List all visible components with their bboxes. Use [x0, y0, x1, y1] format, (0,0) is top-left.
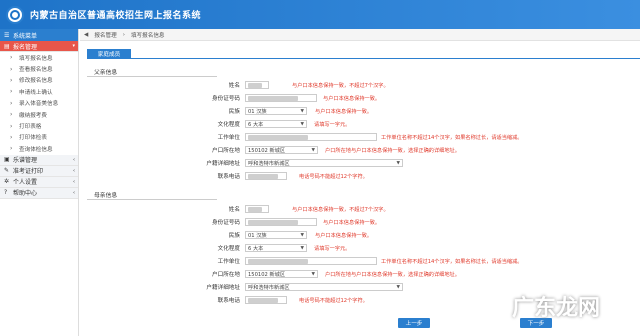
label-nation: 民族	[228, 233, 240, 239]
divider	[87, 199, 217, 200]
chevron-down-icon: ▾	[72, 43, 75, 49]
sidebar-group-settings[interactable]: ✲ 个人设置 ‹	[0, 176, 78, 188]
label-hukou: 户口所在地	[212, 148, 240, 154]
hint: 请填写一字元。	[314, 121, 351, 128]
hint: 请填写一字元。	[314, 245, 351, 252]
doc-icon: ▣	[4, 156, 10, 164]
chevron-right-icon: ‹	[73, 178, 75, 185]
label-name: 姓名	[228, 207, 240, 213]
hint: 与户口本信息保持一致。	[323, 95, 381, 102]
hint: 与户口本信息保持一致。	[323, 219, 381, 226]
hint: 与户口本信息保持一致，不超过7个汉字。	[292, 82, 389, 89]
hint: 与户口本信息保持一致。	[315, 232, 373, 239]
father-name-field[interactable]	[245, 81, 269, 89]
sidebar-header: ☰ 系统菜单	[0, 29, 78, 41]
mother-work-field[interactable]	[245, 257, 377, 265]
hint: 工作单位名称不超过14个汉字，如果名称过长，请适当缩减。	[381, 134, 523, 141]
sidebar-item-pay[interactable]: › 缴纳报考费	[0, 109, 78, 120]
home-icon: ◀	[84, 31, 89, 38]
label-id: 身份证号码	[212, 96, 240, 102]
label-edu: 文化程度	[217, 122, 240, 128]
breadcrumb-current: 填写报名信息	[130, 32, 165, 39]
label-nation: 民族	[228, 109, 240, 115]
label-hukou: 户口所在地	[212, 272, 240, 278]
father-work-field[interactable]	[245, 133, 377, 141]
sidebar-group-music[interactable]: ▣ 乐谱管理 ‹	[0, 154, 78, 166]
chevron-right-icon: ‹	[73, 156, 75, 163]
mother-phone-field[interactable]	[245, 296, 287, 304]
sidebar-group-help[interactable]: ? 帮助中心 ‹	[0, 187, 78, 199]
mother-id-field[interactable]	[245, 218, 317, 226]
chevron-down-icon: ▼	[300, 245, 304, 251]
section-title-father: 父亲信息	[94, 70, 118, 76]
label-address: 户籍详细地址	[206, 285, 240, 291]
hint: 户口所在地与户口本信息保持一致，选择正确的详细地址。	[325, 147, 460, 154]
prev-button[interactable]: 上一步	[398, 318, 430, 328]
sidebar-item-view-info[interactable]: › 查看报名信息	[0, 63, 78, 74]
label-phone: 联系电话	[217, 174, 240, 180]
father-edu-select[interactable]: 6 大本 ▼	[245, 120, 307, 128]
breadcrumb-item[interactable]: 报名管理	[94, 31, 116, 39]
sidebar-item-art-info[interactable]: › 录入体音美信息	[0, 98, 78, 109]
mother-edu-select[interactable]: 6 大本 ▼	[245, 244, 307, 252]
list-icon: ▤	[4, 42, 10, 50]
chevron-down-icon: ▼	[300, 108, 304, 114]
sidebar-item-edit-info[interactable]: › 修改报名信息	[0, 75, 78, 86]
logo-icon	[6, 5, 24, 24]
chevron-right-icon: ‹	[73, 189, 75, 196]
father-address-select[interactable]: 呼和浩特市新城区 ▼	[245, 159, 403, 167]
father-hukou-select[interactable]: 150102 新城区 ▼	[245, 146, 318, 154]
sidebar-item-query-exam[interactable]: › 查询体检信息	[0, 143, 78, 154]
label-name: 姓名	[228, 83, 240, 89]
label-work: 工作单位	[217, 259, 240, 265]
father-nation-select[interactable]: 01 汉族 ▼	[245, 107, 307, 115]
hint: 户口所在地与户口本信息保持一致，选择正确的详细地址。	[325, 271, 460, 278]
chevron-down-icon: ▼	[311, 271, 315, 277]
sidebar-group-registration[interactable]: ▤ 报名管理 ▾	[0, 41, 78, 52]
chevron-down-icon: ▼	[396, 160, 400, 166]
hint: 电话号码不能超过12个字符。	[299, 297, 368, 304]
tab-underline	[87, 58, 640, 59]
tab-family[interactable]: 家庭成员	[87, 49, 131, 58]
app-header: 内蒙古自治区普通高校招生网上报名系统	[0, 0, 640, 29]
watermark: 广东龙网	[512, 295, 601, 321]
menu-icon: ☰	[4, 31, 10, 39]
mother-nation-select[interactable]: 01 汉族 ▼	[245, 231, 307, 239]
edit-icon: ✎	[4, 167, 10, 175]
hint: 电话号码不能超过12个字符。	[299, 173, 368, 180]
breadcrumb: ◀ 报名管理 › 填写报名信息	[80, 29, 640, 41]
breadcrumb-sep: ›	[122, 31, 125, 38]
sidebar-item-confirm[interactable]: › 申请线上确认	[0, 86, 78, 97]
father-id-field[interactable]	[245, 94, 317, 102]
help-icon: ?	[4, 189, 8, 197]
hint: 与户口本信息保持一致，不超过7个汉字。	[292, 206, 389, 213]
chevron-down-icon: ▼	[300, 121, 304, 127]
sidebar-item-print-exam[interactable]: › 打印体检表	[0, 132, 78, 143]
chevron-right-icon: ‹	[73, 167, 75, 174]
label-work: 工作单位	[217, 135, 240, 141]
sidebar-item-fill-info[interactable]: › 填写报名信息	[0, 52, 78, 63]
mother-name-field[interactable]	[245, 205, 269, 213]
hint: 与户口本信息保持一致。	[315, 108, 373, 115]
mother-address-select[interactable]: 呼和浩特市新城区 ▼	[245, 283, 403, 291]
app-title: 内蒙古自治区普通高校招生网上报名系统	[30, 11, 202, 21]
label-edu: 文化程度	[217, 246, 240, 252]
sidebar-group-ticket[interactable]: ✎ 准考证打印 ‹	[0, 165, 78, 177]
chevron-down-icon: ▼	[396, 284, 400, 290]
chevron-down-icon: ▼	[300, 232, 304, 238]
mother-hukou-select[interactable]: 150102 新城区 ▼	[245, 270, 318, 278]
father-phone-field[interactable]	[245, 172, 287, 180]
sidebar-item-print-form[interactable]: › 打印表格	[0, 120, 78, 131]
section-title-mother: 母亲信息	[94, 193, 118, 199]
gear-icon: ✲	[4, 178, 10, 186]
label-address: 户籍详细地址	[206, 161, 240, 167]
hint: 工作单位名称不超过14个汉字，如果名称过长，请适当缩减。	[381, 258, 523, 265]
sidebar: ☰ 系统菜单 ▤ 报名管理 ▾ › 填写报名信息 › 查看报名信息 › 修改报名信息 › 申请…	[0, 29, 79, 336]
divider	[87, 76, 217, 77]
chevron-down-icon: ▼	[311, 147, 315, 153]
label-id: 身份证号码	[212, 220, 240, 226]
label-phone: 联系电话	[217, 298, 240, 304]
